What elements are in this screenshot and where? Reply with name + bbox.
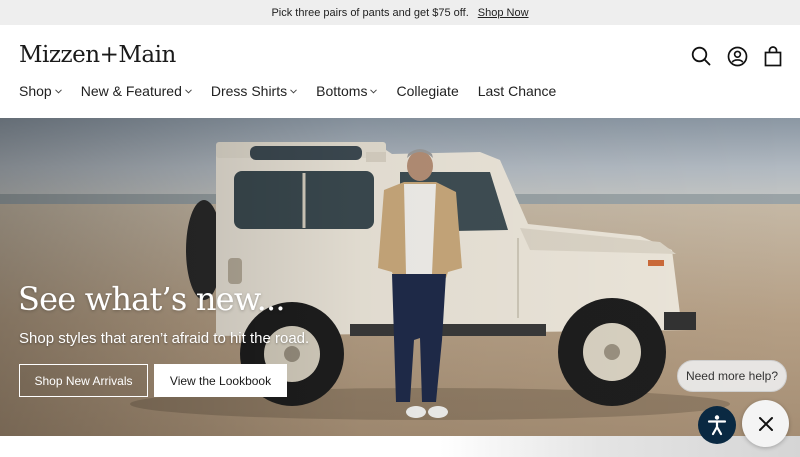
nav-item-last-chance[interactable]: Last Chance xyxy=(478,83,557,99)
hero-banner: See what’s new... Shop styles that aren’… xyxy=(0,118,800,436)
promo-text: Pick three pairs of pants and get $75 of… xyxy=(271,6,469,19)
bag-icon[interactable] xyxy=(762,45,784,67)
nav-item-label: Last Chance xyxy=(477,83,557,99)
need-help-bubble[interactable]: Need more help? xyxy=(677,360,787,392)
chevron-down-icon xyxy=(54,89,62,94)
close-chat-button[interactable] xyxy=(742,400,789,447)
shop-now-link[interactable]: Shop Now xyxy=(478,7,529,19)
nav-item-label: Shop xyxy=(19,83,52,99)
site-header: Mizzen+Main Shop New & Featured Dress Sh… xyxy=(0,25,800,118)
main-nav: Shop New & Featured Dress Shirts Bottoms… xyxy=(19,83,575,99)
chevron-down-icon xyxy=(185,89,192,94)
nav-item-label: New & Featured xyxy=(80,83,182,99)
shop-new-arrivals-button[interactable]: Shop New Arrivals xyxy=(19,364,148,397)
close-icon xyxy=(758,416,773,431)
accessibility-icon xyxy=(707,415,727,436)
announcement-bar: Pick three pairs of pants and get $75 of… xyxy=(0,0,800,25)
nav-item-collegiate[interactable]: Collegiate xyxy=(396,83,458,99)
nav-item-label: Collegiate xyxy=(396,83,459,99)
logo[interactable]: Mizzen+Main xyxy=(19,42,176,68)
hero-title: See what’s new... xyxy=(18,280,286,318)
header-icons xyxy=(690,45,784,67)
hero-subtitle: Shop styles that aren’t afraid to hit th… xyxy=(19,330,310,347)
search-icon[interactable] xyxy=(690,45,712,67)
nav-item-label: Dress Shirts xyxy=(210,83,288,99)
nav-item-shop[interactable]: Shop xyxy=(19,83,62,99)
accessibility-button[interactable] xyxy=(698,406,736,444)
nav-item-label: Bottoms xyxy=(316,83,368,99)
next-section-preview xyxy=(0,436,800,457)
nav-item-bottoms[interactable]: Bottoms xyxy=(316,83,378,99)
account-icon[interactable] xyxy=(726,45,748,67)
nav-item-dress-shirts[interactable]: Dress Shirts xyxy=(211,83,297,99)
view-lookbook-button[interactable]: View the Lookbook xyxy=(154,364,287,397)
chevron-down-icon xyxy=(370,89,378,94)
chevron-down-icon xyxy=(290,89,297,94)
nav-item-new-featured[interactable]: New & Featured xyxy=(81,83,192,99)
